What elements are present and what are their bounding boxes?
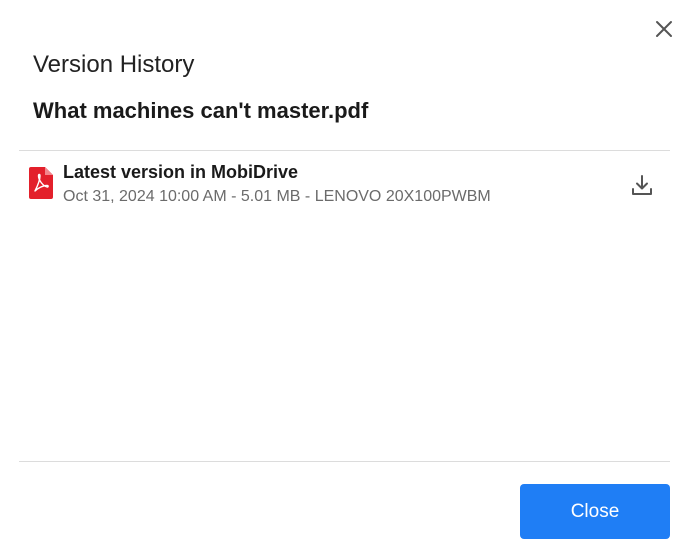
dialog-title: Version History bbox=[33, 51, 195, 78]
version-label: Latest version in MobiDrive bbox=[63, 162, 299, 182]
file-name: What machines can't master.pdf bbox=[33, 98, 369, 123]
version-item: Latest version in MobiDrive Oct 31, 2024… bbox=[19, 152, 670, 216]
version-history-dialog: Version History What machines can't mast… bbox=[0, 0, 692, 558]
divider bbox=[19, 461, 670, 462]
download-icon[interactable] bbox=[629, 172, 655, 198]
close-icon[interactable] bbox=[651, 16, 677, 42]
version-meta: Oct 31, 2024 10:00 AM - 5.01 MB - LENOVO… bbox=[63, 188, 491, 205]
divider bbox=[19, 150, 670, 151]
close-button[interactable]: Close bbox=[520, 484, 670, 539]
pdf-file-icon bbox=[29, 167, 53, 199]
